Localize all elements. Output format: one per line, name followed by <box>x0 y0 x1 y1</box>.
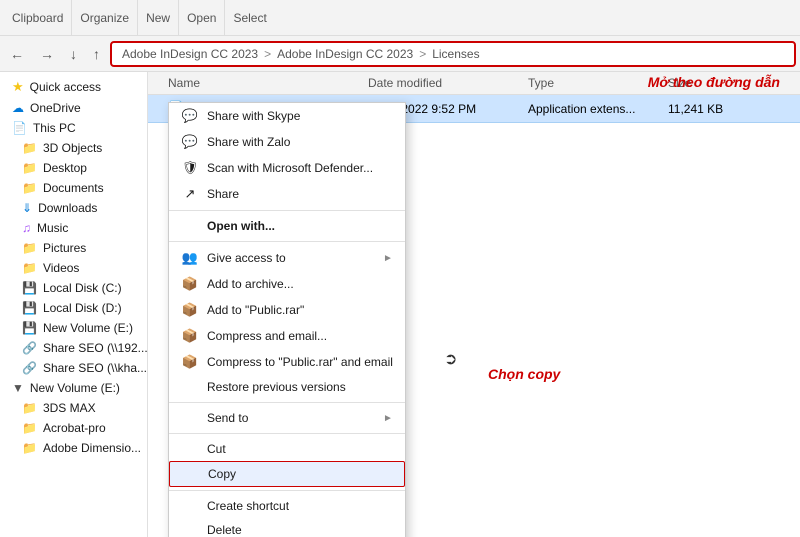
file-list-area: Name Date modified Type Size 📄 Public.dl… <box>148 72 800 537</box>
sidebar-item-3d[interactable]: 📁 3D Objects <box>0 138 147 158</box>
ctx-cut[interactable]: Cut <box>169 437 405 461</box>
ctx-sep-1 <box>169 210 405 211</box>
archive-icon: 📦 <box>181 276 199 292</box>
annotation-copy: Chọn copy <box>488 366 560 382</box>
recent-button[interactable]: ↓ <box>64 42 83 66</box>
address-row: ← → ↓ ↑ Adobe InDesign CC 2023 > Adobe I… <box>0 36 800 72</box>
sidebar-item-3dsmax[interactable]: 📁 3DS MAX <box>0 398 147 418</box>
compress-icon: 📦 <box>181 328 199 344</box>
address-sep2: > <box>419 47 426 61</box>
people-icon: 👥 <box>181 250 199 266</box>
col-header-name[interactable]: Name <box>148 76 368 90</box>
ctx-share-skype[interactable]: 💬 Share with Skype <box>169 103 405 129</box>
cursor: ➲ <box>444 349 457 369</box>
download-icon: ⇓ <box>22 201 32 215</box>
compress-icon-2: 📦 <box>181 354 199 370</box>
toolbar-open: Open <box>179 0 225 35</box>
ctx-create-shortcut[interactable]: Create shortcut <box>169 494 405 518</box>
video-icon: 📁 <box>22 261 37 275</box>
col-header-date[interactable]: Date modified <box>368 76 528 90</box>
sidebar-item-pictures[interactable]: 📁 Pictures <box>0 238 147 258</box>
expand-icon: ▼ <box>12 381 24 395</box>
toolbar-clipboard: Clipboard <box>4 0 72 35</box>
ctx-delete[interactable]: Delete <box>169 518 405 537</box>
disk-icon: 💾 <box>22 301 37 315</box>
folder-icon: 📁 <box>22 141 37 155</box>
forward-button[interactable]: → <box>34 42 60 66</box>
sidebar-item-documents[interactable]: 📁 Documents <box>0 178 147 198</box>
sidebar-item-new-vol-e[interactable]: 💾 New Volume (E:) <box>0 318 147 338</box>
disk-icon: 💾 <box>22 321 37 335</box>
sidebar-item-share-seo-192[interactable]: 🔗 Share SEO (\\192... <box>0 338 147 358</box>
folder-icon: 📁 <box>22 441 37 455</box>
annotation-open-path: Mở theo đường dẫn <box>648 74 780 90</box>
network-icon: 🔗 <box>22 341 37 355</box>
sidebar-item-quick-access[interactable]: ★ Quick access <box>0 76 147 98</box>
file-type: Application extens... <box>528 102 668 116</box>
ctx-sep-3 <box>169 402 405 403</box>
ctx-sep-4 <box>169 433 405 434</box>
main-layout: ★ Quick access ☁ OneDrive 📄 This PC 📁 3D… <box>0 72 800 537</box>
ctx-sep-5 <box>169 490 405 491</box>
up-button[interactable]: ↑ <box>87 42 106 66</box>
address-path1: Adobe InDesign CC 2023 <box>122 47 258 61</box>
arrow-right-icon: ► <box>383 253 393 264</box>
share-icon: ↗ <box>181 186 199 202</box>
ctx-scan-defender[interactable]: 🛡 Scan with Microsoft Defender... <box>169 155 405 181</box>
sidebar-item-videos[interactable]: 📁 Videos <box>0 258 147 278</box>
ctx-add-archive[interactable]: 📦 Add to archive... <box>169 271 405 297</box>
sidebar-item-onedrive[interactable]: ☁ OneDrive <box>0 98 147 118</box>
toolbar-organize: Organize <box>72 0 138 35</box>
sidebar-item-adobe-dim[interactable]: 📁 Adobe Dimensio... <box>0 438 147 458</box>
sidebar-item-downloads[interactable]: ⇓ Downloads <box>0 198 147 218</box>
archive-icon-2: 📦 <box>181 302 199 318</box>
skype-icon: 💬 <box>181 108 199 124</box>
file-size: 11,241 KB <box>668 102 748 116</box>
ctx-compress-rar-email[interactable]: 📦 Compress to "Public.rar" and email <box>169 349 405 375</box>
address-bar[interactable]: Adobe InDesign CC 2023 > Adobe InDesign … <box>110 41 796 67</box>
sidebar-item-local-c[interactable]: 💾 Local Disk (C:) <box>0 278 147 298</box>
ctx-share[interactable]: ↗ Share <box>169 181 405 207</box>
ctx-copy[interactable]: Copy <box>169 461 405 487</box>
star-icon: ★ <box>12 79 24 95</box>
folder-icon: 📁 <box>22 421 37 435</box>
zalo-icon: 💬 <box>181 134 199 150</box>
picture-icon: 📁 <box>22 241 37 255</box>
ctx-give-access[interactable]: 👥 Give access to ► <box>169 245 405 271</box>
toolbar: Clipboard Organize New Open Select <box>0 0 800 36</box>
network-icon: 🔗 <box>22 361 37 375</box>
sidebar-item-this-pc[interactable]: 📄 This PC <box>0 118 147 138</box>
address-sep1: > <box>264 47 271 61</box>
folder-icon: 📁 <box>22 401 37 415</box>
sidebar-item-music[interactable]: ♫ Music <box>0 218 147 238</box>
toolbar-new: New <box>138 0 179 35</box>
context-menu: 💬 Share with Skype 💬 Share with Zalo 🛡 S… <box>168 102 406 537</box>
ctx-send-to[interactable]: Send to ► <box>169 406 405 430</box>
sidebar-item-new-volume[interactable]: ▼ New Volume (E:) <box>0 378 147 398</box>
ctx-add-rar[interactable]: 📦 Add to "Public.rar" <box>169 297 405 323</box>
computer-icon: 📄 <box>12 121 27 135</box>
address-path3: Licenses <box>432 47 479 61</box>
cloud-icon: ☁ <box>12 101 24 115</box>
address-path2: Adobe InDesign CC 2023 <box>277 47 413 61</box>
back-button[interactable]: ← <box>4 42 30 66</box>
shield-icon: 🛡 <box>181 160 199 176</box>
folder-icon: 📁 <box>22 181 37 195</box>
ctx-open-with[interactable]: Open with... <box>169 214 405 238</box>
ctx-share-zalo[interactable]: 💬 Share with Zalo <box>169 129 405 155</box>
disk-icon: 💾 <box>22 281 37 295</box>
arrow-right-icon-2: ► <box>383 413 393 424</box>
toolbar-select: Select <box>225 0 274 35</box>
sidebar: ★ Quick access ☁ OneDrive 📄 This PC 📁 3D… <box>0 72 148 537</box>
sidebar-item-local-d[interactable]: 💾 Local Disk (D:) <box>0 298 147 318</box>
ctx-restore-versions[interactable]: Restore previous versions <box>169 375 405 399</box>
ctx-compress-email[interactable]: 📦 Compress and email... <box>169 323 405 349</box>
folder-icon: 📁 <box>22 161 37 175</box>
music-icon: ♫ <box>22 221 31 235</box>
ctx-sep-2 <box>169 241 405 242</box>
sidebar-item-share-seo-kha[interactable]: 🔗 Share SEO (\\kha... <box>0 358 147 378</box>
sidebar-item-desktop[interactable]: 📁 Desktop <box>0 158 147 178</box>
sidebar-item-acrobat[interactable]: 📁 Acrobat-pro <box>0 418 147 438</box>
